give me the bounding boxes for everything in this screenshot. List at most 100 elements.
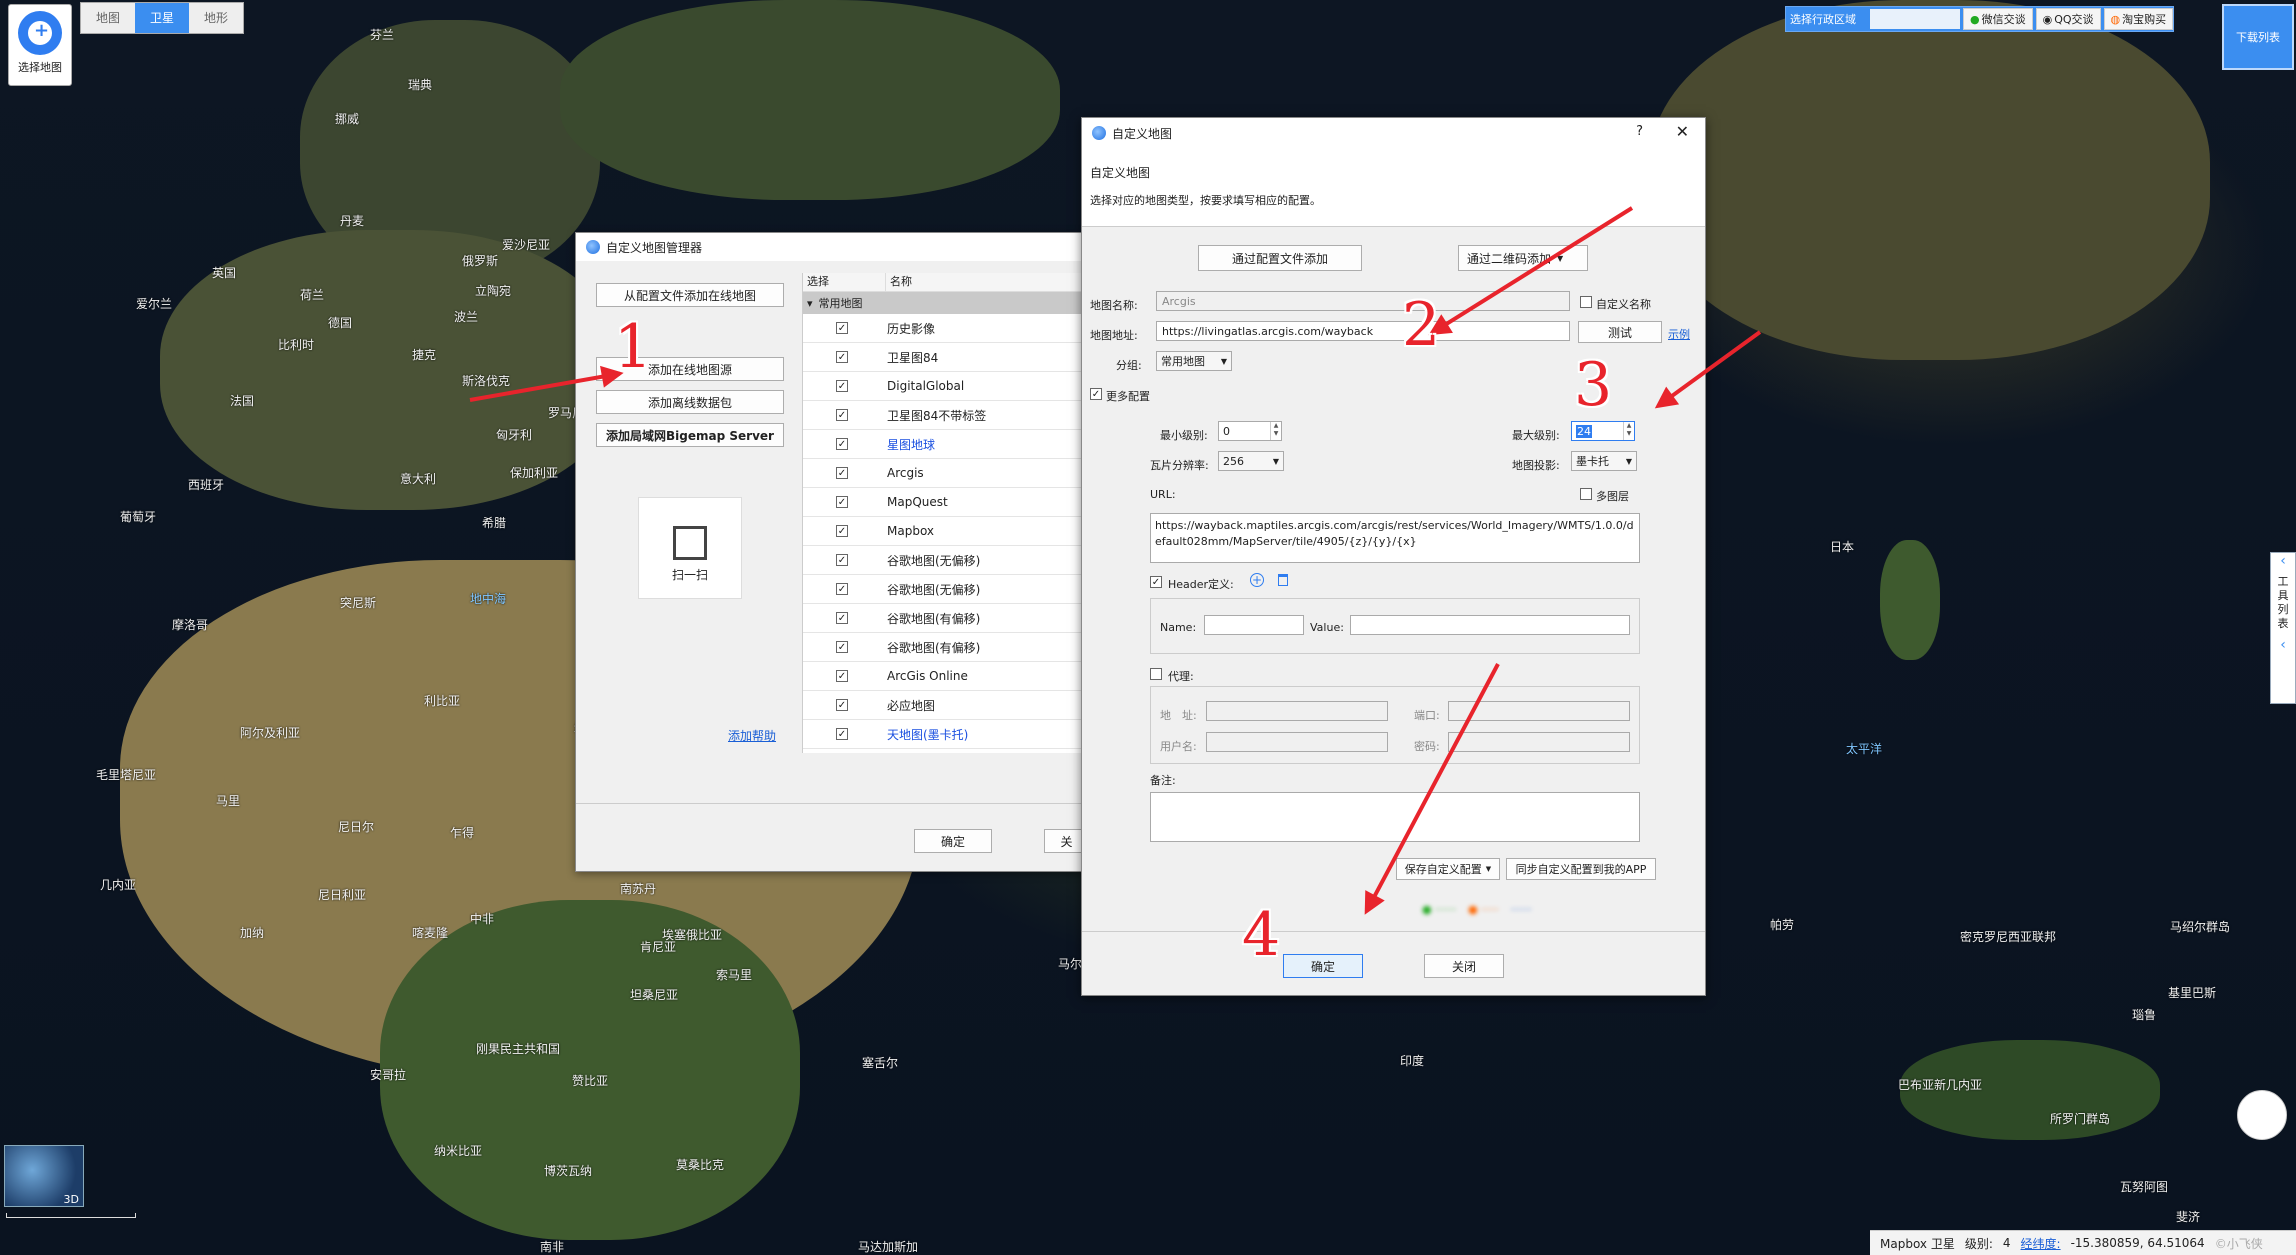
list-item[interactable]: ✓ MapQuest — [803, 488, 1089, 517]
group-select[interactable]: 常用地图 ▼ — [1156, 351, 1232, 371]
qq-button[interactable]: ◉ QQ交谈 — [2035, 8, 2101, 30]
choose-map-button[interactable]: 选择地图 — [8, 4, 72, 86]
map-type-tabs: 地图 卫星 地形 — [80, 2, 244, 34]
add-lan-server-button[interactable]: 添加局域网Bigemap Server — [596, 423, 784, 447]
spinner-arrows-icon[interactable]: ▲ ▼ — [1623, 422, 1634, 440]
projection-select[interactable]: 墨卡托 ▼ — [1571, 451, 1637, 471]
list-item[interactable]: ✓ 谷歌地图(无偏移) — [803, 575, 1089, 604]
list-item[interactable]: ✓ DigitalGlobal — [803, 372, 1089, 401]
help-icon[interactable]: ? — [1636, 124, 1643, 139]
list-item[interactable]: ✓ ArcGis Online — [803, 662, 1089, 691]
row-checkbox[interactable]: ✓ — [836, 728, 848, 740]
add-by-config-button[interactable]: 通过配置文件添加 — [1198, 245, 1362, 271]
list-item[interactable]: ✓ 历史影像 — [803, 314, 1089, 343]
row-checkbox[interactable]: ✓ — [836, 380, 848, 392]
map-name-input[interactable]: Arcgis — [1156, 291, 1570, 311]
map-label: 马绍尔群岛 — [2170, 920, 2231, 934]
tab-terrain[interactable]: 地形 — [189, 3, 243, 33]
spinner-arrows-icon[interactable]: ▲ ▼ — [1270, 422, 1281, 440]
list-item[interactable]: ✓ 谷歌地图(有偏移) — [803, 604, 1089, 633]
row-checkbox[interactable]: ✓ — [836, 670, 848, 682]
row-name: 必应地图 — [887, 698, 936, 713]
more-config-checkbox[interactable]: ✓ — [1090, 388, 1102, 400]
proxy-address-input[interactable] — [1206, 701, 1388, 721]
tool-list-panel-toggle[interactable]: ‹ 工具列表 ‹ — [2270, 552, 2296, 704]
wechat-button[interactable]: ● 微信交谈 — [1963, 8, 2033, 30]
test-button[interactable]: 测试 — [1578, 321, 1662, 343]
row-checkbox[interactable]: ✓ — [836, 525, 848, 537]
add-from-config-button[interactable]: 从配置文件添加在线地图 — [596, 283, 784, 307]
row-checkbox[interactable]: ✓ — [836, 641, 848, 653]
remark-textarea[interactable] — [1150, 792, 1640, 842]
dialog-ok-button[interactable]: 确定 — [1283, 954, 1363, 978]
map-url-input[interactable]: https://livingatlas.arcgis.com/wayback — [1156, 321, 1570, 341]
close-icon[interactable]: ✕ — [1676, 122, 1689, 141]
min-level-spinner[interactable]: 0 ▲ ▼ — [1218, 421, 1282, 441]
scan-button[interactable]: 扫一扫 — [638, 497, 742, 599]
proxy-password-input[interactable] — [1448, 732, 1630, 752]
region-select[interactable]: 选择行政区域 — [1786, 11, 1870, 27]
projection-label: 地图投影: — [1512, 459, 1560, 472]
tab-satellite[interactable]: 卫星 — [135, 3, 189, 33]
save-config-button[interactable]: 保存自定义配置 ▼ — [1396, 858, 1500, 880]
map-label: 安哥拉 — [370, 1068, 407, 1082]
add-header-icon[interactable]: + — [1250, 573, 1264, 587]
list-item[interactable]: ✓ Arcgis — [803, 459, 1089, 488]
header-def-checkbox[interactable]: ✓ — [1150, 576, 1162, 588]
list-item[interactable]: ✓ 必应地图 — [803, 691, 1089, 720]
manager-ok-button[interactable]: 确定 — [914, 829, 992, 853]
header-value-input[interactable] — [1350, 615, 1630, 635]
row-checkbox[interactable]: ✓ — [836, 438, 848, 450]
tab-map[interactable]: 地图 — [81, 3, 135, 33]
taobao-button[interactable]: ◍ 淘宝购买 — [2103, 8, 2174, 30]
region-input[interactable] — [1870, 9, 1960, 29]
row-checkbox-cell: ✓ — [803, 525, 881, 537]
proxy-checkbox[interactable] — [1150, 668, 1162, 680]
sync-config-button[interactable]: 同步自定义配置到我的APP — [1506, 858, 1656, 880]
tile-url-textarea[interactable]: https://wayback.maptiles.arcgis.com/arcg… — [1150, 513, 1640, 563]
tile-resolution-select[interactable]: 256 ▼ — [1218, 451, 1284, 471]
add-help-link[interactable]: 添加帮助 — [728, 727, 776, 744]
proxy-username-input[interactable] — [1206, 732, 1388, 752]
dialog-close-button[interactable]: 关闭 — [1424, 954, 1504, 978]
example-link[interactable]: 示例 — [1668, 326, 1690, 342]
manager-footer-divider — [576, 803, 1088, 804]
row-checkbox-cell: ✓ — [803, 641, 881, 653]
row-checkbox[interactable]: ✓ — [836, 409, 848, 421]
row-checkbox[interactable]: ✓ — [836, 467, 848, 479]
list-item[interactable]: ✓ 谷歌地图(无偏移) — [803, 546, 1089, 575]
row-checkbox[interactable]: ✓ — [836, 554, 848, 566]
download-list-button[interactable]: 下载列表 — [2222, 4, 2294, 70]
list-item[interactable]: ✓天地图(经纬度) — [803, 749, 1089, 753]
remark-label: 备注: — [1150, 774, 1176, 787]
list-item[interactable]: ✓ 卫星图84不带标签 — [803, 401, 1089, 430]
row-checkbox[interactable]: ✓ — [836, 351, 848, 363]
row-checkbox[interactable]: ✓ — [836, 699, 848, 711]
group-row[interactable]: ▾ 常用地图 — [803, 292, 1089, 314]
add-offline-package-button[interactable]: 添加离线数据包 — [596, 390, 784, 414]
custom-name-checkbox[interactable] — [1580, 296, 1592, 308]
trash-icon[interactable] — [1278, 574, 1288, 586]
map-label: 俄罗斯 — [462, 254, 499, 268]
tile-resolution-value: 256 — [1223, 454, 1244, 468]
dialog-title: 自定义地图 — [1112, 126, 1173, 141]
map-label: 捷克 — [412, 348, 437, 362]
row-checkbox[interactable]: ✓ — [836, 583, 848, 595]
row-checkbox[interactable]: ✓ — [836, 496, 848, 508]
row-checkbox[interactable]: ✓ — [836, 612, 848, 624]
list-item[interactable]: ✓ 星图地球 — [803, 430, 1089, 459]
multi-layer-checkbox[interactable] — [1580, 488, 1592, 500]
row-checkbox[interactable]: ✓ — [836, 322, 848, 334]
header-name-input[interactable] — [1204, 615, 1304, 635]
map-label: 挪威 — [335, 112, 360, 126]
list-item[interactable]: ✓ 天地图(墨卡托) — [803, 720, 1089, 749]
coord-label[interactable]: 经纬度: — [2021, 1235, 2061, 1252]
max-level-label: 最大级别: — [1512, 429, 1560, 442]
max-level-spinner[interactable]: 24 ▲ ▼ — [1571, 421, 1635, 441]
microphone-icon[interactable] — [2237, 1090, 2287, 1140]
list-item[interactable]: ✓ Mapbox — [803, 517, 1089, 546]
3d-globe-button[interactable]: 3D — [4, 1145, 84, 1207]
list-item[interactable]: ✓ 谷歌地图(有偏移) — [803, 633, 1089, 662]
column-name: 名称 — [890, 275, 912, 288]
list-item[interactable]: ✓ 卫星图84 — [803, 343, 1089, 372]
